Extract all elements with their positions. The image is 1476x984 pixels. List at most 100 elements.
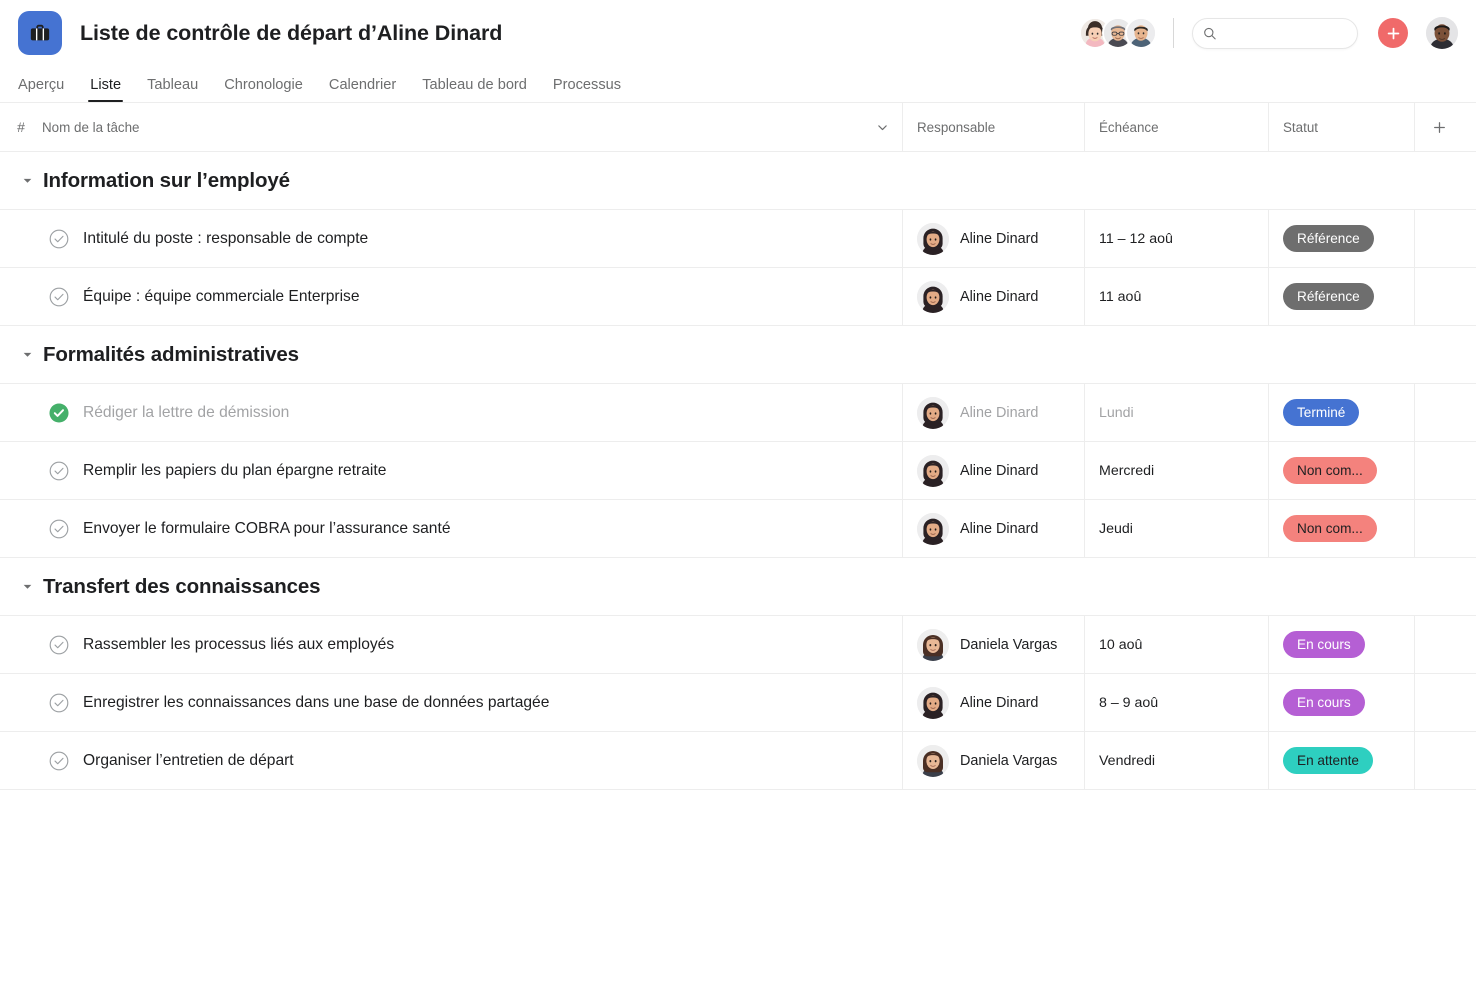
task-status-cell[interactable]: Référence bbox=[1268, 210, 1414, 267]
top-bar-actions bbox=[1079, 17, 1458, 49]
table-row[interactable]: Organiser l’entretien de départ Daniela V… bbox=[0, 732, 1476, 790]
tab-liste[interactable]: Liste bbox=[88, 77, 123, 102]
assignee-name: Aline Dinard bbox=[960, 404, 1039, 421]
table-row[interactable]: Équipe : équipe commerciale Enterprise Al… bbox=[0, 268, 1476, 326]
task-complete-checkbox[interactable] bbox=[48, 750, 70, 772]
task-assignee-cell[interactable]: Aline Dinard bbox=[902, 210, 1084, 267]
table-row[interactable]: Intitulé du poste : responsable de compt… bbox=[0, 210, 1476, 268]
task-status-cell[interactable]: En cours bbox=[1268, 616, 1414, 673]
status-badge[interactable]: Non com... bbox=[1283, 515, 1377, 542]
check-circle-icon bbox=[49, 461, 69, 480]
task-due-date-cell[interactable]: Mercredi bbox=[1084, 442, 1268, 499]
assignee-name: Daniela Vargas bbox=[960, 636, 1058, 653]
task-status-cell[interactable]: En attente bbox=[1268, 732, 1414, 789]
task-assignee-cell[interactable]: Aline Dinard bbox=[902, 384, 1084, 441]
grid-header-row: # Nom de la tâche Responsable Échéance S… bbox=[0, 103, 1476, 152]
chevron-down-icon bbox=[23, 178, 32, 183]
task-status-cell[interactable]: Non com... bbox=[1268, 500, 1414, 557]
task-extra-cell bbox=[1414, 268, 1476, 325]
member-avatar-stack[interactable] bbox=[1079, 17, 1157, 49]
tab-processus[interactable]: Processus bbox=[553, 77, 621, 102]
task-due-date-cell[interactable]: Jeudi bbox=[1084, 500, 1268, 557]
status-badge[interactable]: En cours bbox=[1283, 631, 1365, 658]
status-badge[interactable]: Référence bbox=[1283, 225, 1374, 252]
due-date: Mercredi bbox=[1099, 462, 1155, 479]
table-row[interactable]: Remplir les papiers du plan épargne retr… bbox=[0, 442, 1476, 500]
task-assignee-cell[interactable]: Aline Dinard bbox=[902, 268, 1084, 325]
avatar bbox=[917, 512, 949, 545]
add-button[interactable] bbox=[1378, 18, 1408, 48]
task-name: Remplir les papiers du plan épargne retr… bbox=[83, 461, 387, 479]
section-collapse-toggle[interactable] bbox=[22, 175, 33, 186]
task-status-cell[interactable]: Référence bbox=[1268, 268, 1414, 325]
column-header-status[interactable]: Statut bbox=[1268, 103, 1414, 151]
tab-aperçu[interactable]: Aperçu bbox=[18, 77, 64, 102]
task-due-date-cell[interactable]: 10 aoû bbox=[1084, 616, 1268, 673]
due-date: 10 aoû bbox=[1099, 636, 1143, 653]
tab-calendrier[interactable]: Calendrier bbox=[329, 77, 396, 102]
due-date: Lundi bbox=[1099, 404, 1134, 421]
avatar[interactable] bbox=[1125, 17, 1157, 49]
section-header: Formalités administratives bbox=[0, 326, 1476, 384]
assignee-name: Daniela Vargas bbox=[960, 752, 1058, 769]
task-assignee-cell[interactable]: Aline Dinard bbox=[902, 442, 1084, 499]
search-box[interactable] bbox=[1192, 17, 1358, 49]
sort-chevron-down-icon[interactable] bbox=[862, 121, 902, 134]
task-due-date-cell[interactable]: 11 – 12 aoû bbox=[1084, 210, 1268, 267]
task-assignee-cell[interactable]: Daniela Vargas bbox=[902, 732, 1084, 789]
task-complete-checkbox[interactable] bbox=[48, 634, 70, 656]
status-badge[interactable]: Référence bbox=[1283, 283, 1374, 310]
grid-body: Information sur l’employé Intitulé du pos… bbox=[0, 152, 1476, 790]
current-user-avatar[interactable] bbox=[1426, 17, 1458, 49]
task-due-date-cell[interactable]: 8 – 9 aoû bbox=[1084, 674, 1268, 731]
search-input[interactable] bbox=[1216, 25, 1347, 41]
table-row[interactable]: Envoyer le formulaire COBRA pour l’assur… bbox=[0, 500, 1476, 558]
status-badge[interactable]: En cours bbox=[1283, 689, 1365, 716]
column-header-task-name[interactable]: # Nom de la tâche bbox=[0, 103, 902, 151]
task-name: Enregistrer les connaissances dans une b… bbox=[83, 693, 550, 711]
tab-tableau-de-bord[interactable]: Tableau de bord bbox=[422, 77, 527, 102]
task-complete-checkbox[interactable] bbox=[48, 518, 70, 540]
task-name: Intitulé du poste : responsable de compt… bbox=[83, 229, 369, 247]
assignee-name: Aline Dinard bbox=[960, 462, 1039, 479]
column-header-assignee[interactable]: Responsable bbox=[902, 103, 1084, 151]
table-row[interactable]: Enregistrer les connaissances dans une b… bbox=[0, 674, 1476, 732]
task-status-cell[interactable]: En cours bbox=[1268, 674, 1414, 731]
table-row[interactable]: Rassembler les processus liés aux employ… bbox=[0, 616, 1476, 674]
task-complete-checkbox[interactable] bbox=[48, 286, 70, 308]
brand: Liste de contrôle de départ d’Aline Dina… bbox=[18, 11, 502, 55]
tab-chronologie[interactable]: Chronologie bbox=[224, 77, 303, 102]
check-circle-icon bbox=[49, 635, 69, 654]
tab-tableau[interactable]: Tableau bbox=[147, 77, 198, 102]
task-complete-checkbox[interactable] bbox=[48, 692, 70, 714]
column-header-task-name-label: Nom de la tâche bbox=[42, 119, 140, 135]
task-complete-checkbox[interactable] bbox=[48, 402, 70, 424]
status-badge[interactable]: Terminé bbox=[1283, 399, 1360, 426]
project-logo[interactable] bbox=[18, 11, 62, 55]
avatar bbox=[917, 686, 949, 719]
task-complete-checkbox[interactable] bbox=[48, 228, 70, 250]
task-due-date-cell[interactable]: Vendredi bbox=[1084, 732, 1268, 789]
task-status-cell[interactable]: Non com... bbox=[1268, 442, 1414, 499]
avatar bbox=[917, 396, 949, 429]
add-column-button[interactable] bbox=[1414, 103, 1476, 151]
task-status-cell[interactable]: Terminé bbox=[1268, 384, 1414, 441]
chevron-down-icon bbox=[23, 352, 32, 357]
section-header: Transfert des connaissances bbox=[0, 558, 1476, 616]
section-collapse-toggle[interactable] bbox=[22, 349, 33, 360]
table-row[interactable]: Rédiger la lettre de démission Aline Dina… bbox=[0, 384, 1476, 442]
status-badge[interactable]: Non com... bbox=[1283, 457, 1377, 484]
plus-icon bbox=[1434, 121, 1445, 133]
top-bar: Liste de contrôle de départ d’Aline Dina… bbox=[0, 0, 1476, 66]
task-assignee-cell[interactable]: Aline Dinard bbox=[902, 500, 1084, 557]
task-assignee-cell[interactable]: Daniela Vargas bbox=[902, 616, 1084, 673]
task-due-date-cell[interactable]: 11 aoû bbox=[1084, 268, 1268, 325]
section-collapse-toggle[interactable] bbox=[22, 581, 33, 592]
task-complete-checkbox[interactable] bbox=[48, 460, 70, 482]
check-circle-icon bbox=[49, 519, 69, 538]
assignee-name: Aline Dinard bbox=[960, 288, 1039, 305]
column-header-due-date[interactable]: Échéance bbox=[1084, 103, 1268, 151]
task-assignee-cell[interactable]: Aline Dinard bbox=[902, 674, 1084, 731]
status-badge[interactable]: En attente bbox=[1283, 747, 1373, 774]
task-due-date-cell[interactable]: Lundi bbox=[1084, 384, 1268, 441]
